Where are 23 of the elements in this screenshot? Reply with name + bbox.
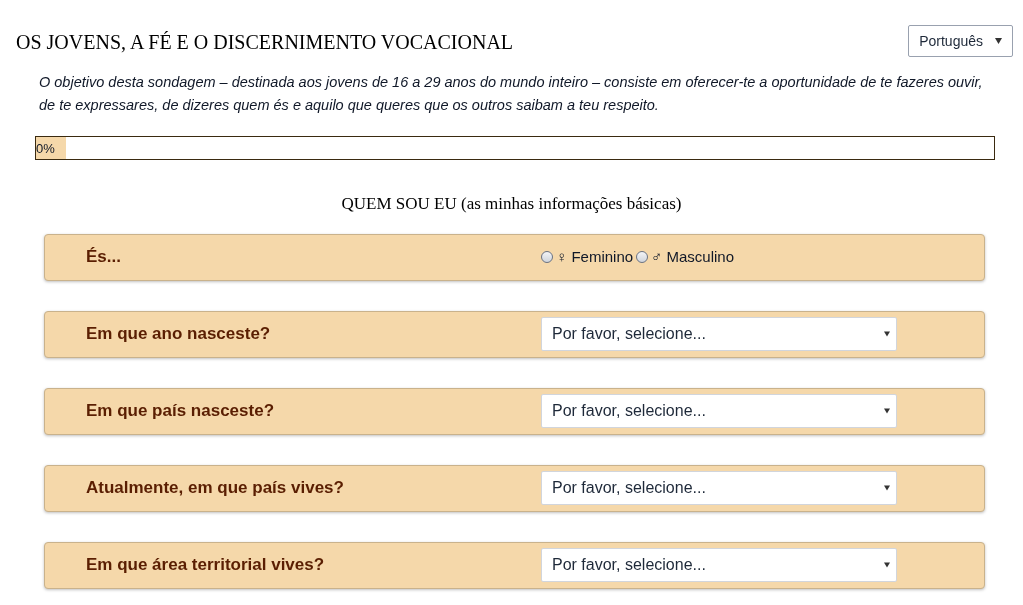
- intro-text: O objetivo desta sondagem – destinada aos jovens de 16 a 29 anos do mundo inteiro – consiste em oferecer-te a oportunidade de te fazeres ouvir, de te expressares, de dizeres quem és e aquilo que queres que os outros saibam a teu respeito.: [39, 73, 983, 115]
- section-title: QUEM SOU EU (as minhas informações básicas): [340, 193, 683, 215]
- radio-button[interactable]: [541, 251, 553, 263]
- question-label: Atualmente, em que país vives?: [86, 477, 345, 500]
- caret-icon: [884, 562, 890, 568]
- radio-button[interactable]: [636, 251, 649, 263]
- dropdown-field[interactable]: Por favor, selecione...: [541, 394, 897, 428]
- language-select[interactable]: Português: [908, 25, 1013, 57]
- page-title: OS JOVENS, A FÉ E O DISCERNIMENTO VOCACIONAL: [16, 30, 514, 55]
- caret-icon: [995, 38, 1002, 44]
- question-label: Em que país nasceste?: [86, 400, 276, 423]
- caret-icon: [884, 408, 890, 414]
- radio-label[interactable]: ♂ Masculino: [651, 245, 735, 269]
- dropdown-field[interactable]: Por favor, selecione...: [541, 317, 897, 351]
- progress-label: 0%: [36, 140, 55, 158]
- question-label: Em que área territorial vives?: [86, 554, 326, 577]
- dropdown-field[interactable]: Por favor, selecione...: [541, 471, 897, 505]
- question-label: Em que ano nasceste?: [86, 323, 272, 346]
- caret-icon: [884, 485, 890, 491]
- question-label: És...: [86, 246, 122, 269]
- caret-icon: [884, 331, 890, 337]
- dropdown-field[interactable]: Por favor, selecione...: [541, 548, 897, 582]
- radio-label[interactable]: ♀ Feminino: [556, 245, 634, 269]
